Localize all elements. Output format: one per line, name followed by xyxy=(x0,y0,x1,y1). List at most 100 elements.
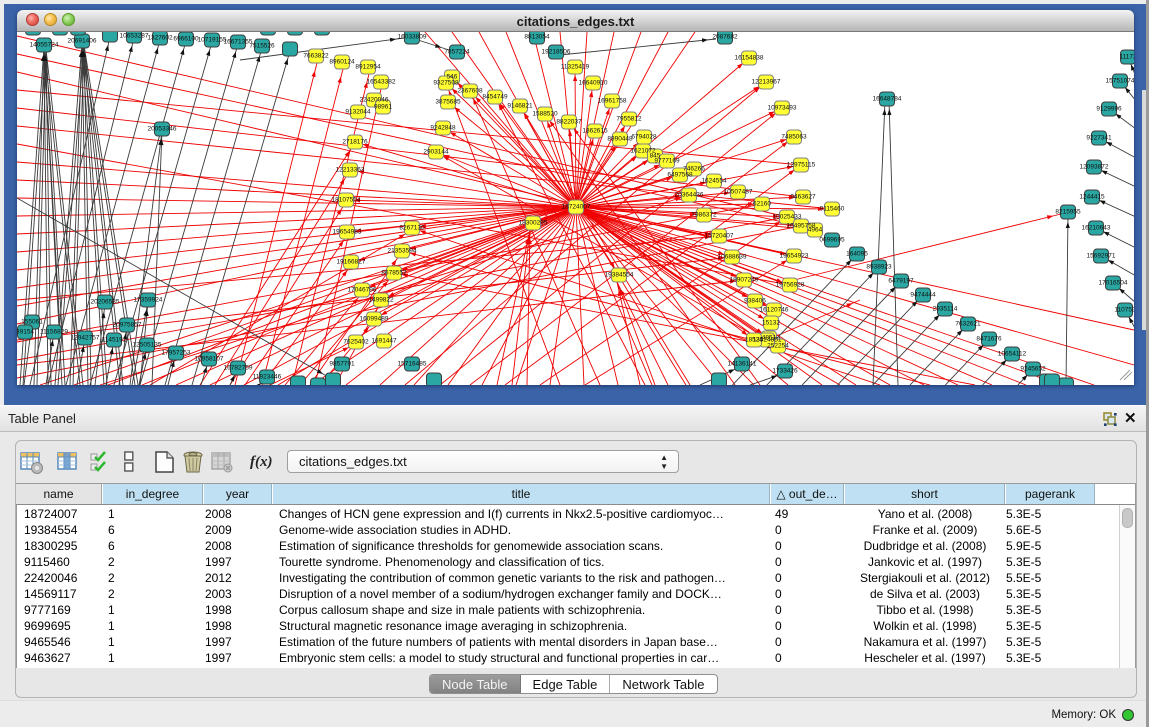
svg-text:18724007: 18724007 xyxy=(562,204,591,211)
svg-text:9245652: 9245652 xyxy=(1020,366,1046,373)
svg-text:10654112: 10654112 xyxy=(998,351,1027,358)
svg-text:7515526: 7515526 xyxy=(249,43,275,50)
svg-text:12942757: 12942757 xyxy=(71,335,100,342)
svg-text:8960124: 8960124 xyxy=(329,59,355,66)
svg-text:19654923: 19654923 xyxy=(780,253,809,260)
svg-text:8454749: 8454749 xyxy=(482,94,508,101)
svg-text:20364436: 20364436 xyxy=(675,192,704,199)
svg-text:39154: 39154 xyxy=(17,329,34,336)
svg-text:8471676: 8471676 xyxy=(976,336,1002,343)
svg-text:3875685: 3875685 xyxy=(435,99,461,106)
svg-text:17016504: 17016504 xyxy=(1099,280,1128,287)
svg-text:18107554: 18107554 xyxy=(332,197,361,204)
svg-text:155061: 155061 xyxy=(21,319,43,326)
svg-text:16099489: 16099489 xyxy=(360,316,389,323)
svg-text:1362615: 1362615 xyxy=(582,128,608,135)
svg-text:12213967: 12213967 xyxy=(752,79,781,86)
svg-text:8813054: 8813054 xyxy=(524,34,550,41)
svg-text:14055724: 14055724 xyxy=(30,42,59,49)
svg-text:7625402: 7625402 xyxy=(343,339,369,346)
svg-text:1588520: 1588520 xyxy=(532,111,558,118)
svg-text:9463627: 9463627 xyxy=(790,194,816,201)
svg-text:9327508: 9327508 xyxy=(433,80,459,87)
svg-text:9115460: 9115460 xyxy=(820,206,845,213)
svg-text:7632621: 7632621 xyxy=(955,321,981,328)
svg-text:9857791: 9857791 xyxy=(329,361,355,368)
svg-text:11325419: 11325419 xyxy=(561,64,590,71)
svg-text:22420046: 22420046 xyxy=(360,97,389,104)
svg-text:252254: 252254 xyxy=(767,343,789,350)
svg-text:10973493: 10973493 xyxy=(768,105,797,112)
svg-text:7663822: 7663822 xyxy=(303,53,329,60)
svg-text:8678552: 8678552 xyxy=(381,270,407,277)
svg-text:9227341: 9227341 xyxy=(1086,135,1112,142)
svg-text:16648784: 16648784 xyxy=(873,96,902,103)
svg-text:17957253: 17957253 xyxy=(162,350,191,357)
svg-text:1624554: 1624554 xyxy=(701,178,727,185)
svg-text:16782759: 16782759 xyxy=(224,365,253,372)
svg-text:15692971: 15692971 xyxy=(1087,253,1116,260)
svg-text:12505135: 12505135 xyxy=(133,342,162,349)
svg-text:1499822: 1499822 xyxy=(368,297,394,304)
svg-text:9777169: 9777169 xyxy=(654,158,680,165)
svg-text:15132: 15132 xyxy=(762,320,780,327)
svg-text:10025433: 10025433 xyxy=(773,214,802,221)
svg-text:746266: 746266 xyxy=(683,166,705,173)
svg-text:21353594: 21353594 xyxy=(388,248,417,255)
svg-text:0699695: 0699695 xyxy=(819,237,845,244)
svg-text:8912954: 8912954 xyxy=(355,64,381,71)
svg-text:17359924: 17359924 xyxy=(134,297,163,304)
svg-text:98961: 98961 xyxy=(374,104,392,111)
svg-text:10958107: 10958107 xyxy=(195,356,224,363)
svg-text:8990448: 8990448 xyxy=(607,136,633,143)
svg-text:6794028: 6794028 xyxy=(631,134,657,141)
svg-text:9242848: 9242848 xyxy=(430,125,456,132)
svg-text:1691447: 1691447 xyxy=(371,338,397,345)
svg-text:16210643: 16210643 xyxy=(1082,225,1111,232)
svg-text:19218506: 19218506 xyxy=(542,49,571,56)
svg-text:2718176: 2718176 xyxy=(342,139,368,146)
svg-text:15751074: 15751074 xyxy=(1106,78,1134,85)
svg-text:16640910: 16640910 xyxy=(579,80,608,87)
svg-text:11156829: 11156829 xyxy=(40,329,68,336)
svg-text:9129996: 9129996 xyxy=(1096,106,1122,113)
svg-text:1733426: 1733426 xyxy=(772,368,798,375)
svg-text:16120746: 16120746 xyxy=(760,307,789,314)
svg-text:7955812: 7955812 xyxy=(616,116,642,123)
svg-text:16033809: 16033809 xyxy=(398,34,427,41)
svg-text:12093872: 12093872 xyxy=(1080,164,1109,171)
svg-text:10507487: 10507487 xyxy=(724,189,753,196)
svg-text:6966100: 6966100 xyxy=(173,36,199,43)
svg-text:9146821: 9146821 xyxy=(507,103,533,110)
svg-text:2367608: 2367608 xyxy=(457,88,483,95)
svg-text:19654983: 19654983 xyxy=(333,229,362,236)
svg-text:16543382: 16543382 xyxy=(367,79,396,86)
svg-text:8267130: 8267130 xyxy=(399,225,425,232)
svg-text:9474444: 9474444 xyxy=(910,292,936,299)
svg-text:12975115: 12975115 xyxy=(787,162,816,169)
svg-text:11923446: 11923446 xyxy=(253,374,282,381)
svg-text:7485063: 7485063 xyxy=(781,134,807,141)
svg-text:16154838: 16154838 xyxy=(735,55,764,62)
svg-text:10719155: 10719155 xyxy=(198,37,227,44)
svg-text:1244415: 1244415 xyxy=(1079,194,1105,201)
svg-text:2935114: 2935114 xyxy=(933,306,958,313)
svg-text:4964: 4964 xyxy=(808,227,823,234)
svg-text:20053346: 20053346 xyxy=(148,126,177,133)
svg-text:15720407: 15720407 xyxy=(705,233,734,240)
svg-text:19384554: 19384554 xyxy=(605,272,634,279)
svg-text:2903144: 2903144 xyxy=(423,149,449,156)
svg-text:17046796: 17046796 xyxy=(348,287,377,294)
svg-text:1145191: 1145191 xyxy=(102,337,127,344)
svg-text:6479197: 6479197 xyxy=(888,278,914,285)
svg-text:14136141: 14136141 xyxy=(728,361,757,368)
svg-text:12213363: 12213363 xyxy=(336,167,365,174)
svg-text:62160: 62160 xyxy=(753,201,771,208)
svg-text:18524: 18524 xyxy=(745,337,763,344)
svg-text:20975857: 20975857 xyxy=(113,322,142,329)
svg-text:20206535: 20206535 xyxy=(91,299,120,306)
svg-text:6497568: 6497568 xyxy=(667,172,693,179)
svg-text:1327602: 1327602 xyxy=(147,35,173,42)
svg-text:164095: 164095 xyxy=(846,251,868,258)
svg-text:110753: 110753 xyxy=(1114,307,1134,314)
